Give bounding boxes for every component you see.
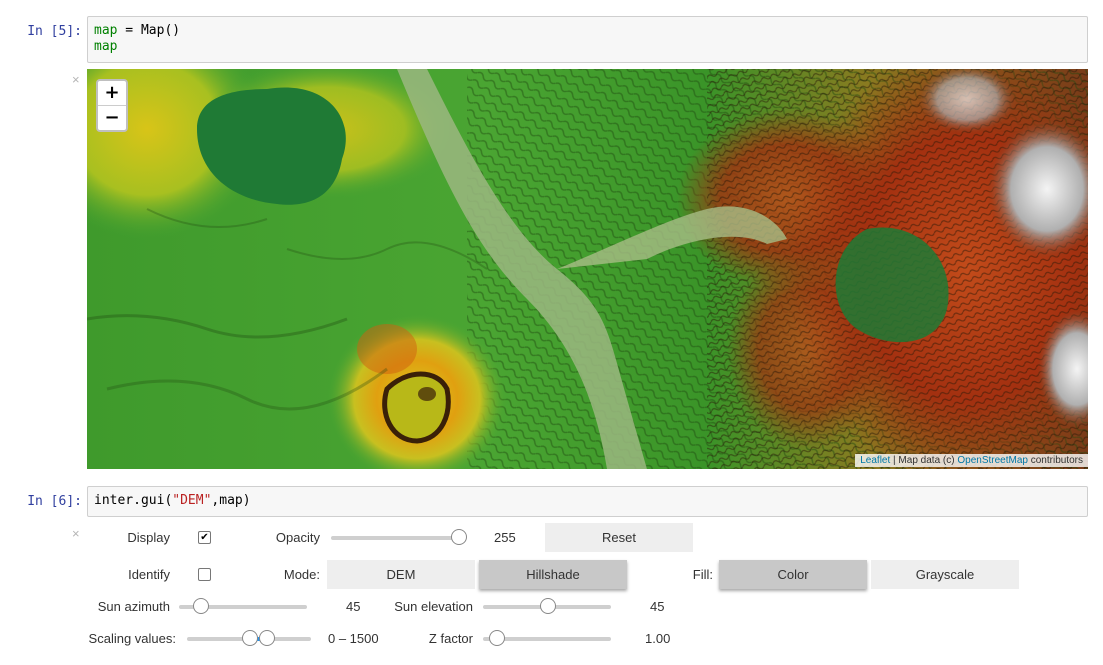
z-factor-value: 1.00 [645,631,671,646]
z-factor-slider[interactable] [483,630,611,648]
code-cell-input[interactable]: map = Map() map [87,16,1088,63]
zoom-control: + − [96,79,128,132]
code-cell-input[interactable]: inter.gui("DEM",map) [87,486,1088,517]
code-token: inter.gui( [94,493,173,508]
slider-handle[interactable] [488,630,505,646]
map-attribution: Leaflet | Map data (c) OpenStreetMap con… [855,454,1088,467]
map-view[interactable] [87,69,1088,469]
sun-elevation-label: Sun elevation [394,599,473,614]
sun-elevation-slider[interactable] [483,598,611,616]
attribution-suffix: contributors [1027,455,1083,466]
scaling-values-range-slider[interactable] [187,630,311,648]
fill-color-button[interactable]: Color [719,560,867,589]
display-label: Display [127,530,170,545]
scaling-values-value: 0 – 1500 [328,631,379,646]
identify-label: Identify [128,567,170,582]
code-token: map [94,23,118,38]
sun-elevation-value: 45 [650,599,665,614]
slider-track [331,536,465,540]
mode-hillshade-button[interactable]: Hillshade [479,560,627,589]
display-checkbox[interactable]: ✔ [198,531,211,544]
slider-low-handle[interactable] [242,630,258,646]
terrain-raster [87,69,1088,469]
openstreetmap-link[interactable]: OpenStreetMap [957,455,1028,466]
zoom-in-button[interactable]: + [98,81,126,106]
fill-label: Fill: [692,567,713,582]
mode-dem-button[interactable]: DEM [327,560,475,589]
sun-azimuth-slider[interactable] [179,598,307,616]
close-output-icon[interactable]: × [72,526,80,541]
opacity-label: Opacity [275,530,320,545]
slider-handle[interactable] [193,598,210,614]
cell-prompt: In [5]: [27,24,82,39]
code-token: = Map() [117,23,181,38]
leaflet-link[interactable]: Leaflet [860,455,890,466]
code-line: map = Map() [94,23,1081,39]
fill-grayscale-button[interactable]: Grayscale [871,560,1019,589]
close-output-icon[interactable]: × [72,72,80,87]
slider-high-handle[interactable] [258,630,275,646]
identify-checkbox[interactable] [198,568,211,581]
code-token: map [94,39,118,54]
slider-handle[interactable] [451,529,467,545]
slider-handle[interactable] [540,598,556,614]
scaling-values-label: Scaling values: [88,631,176,646]
zoom-out-button[interactable]: − [98,106,126,130]
sun-azimuth-label: Sun azimuth [97,599,170,614]
code-token: ,map) [211,493,251,508]
code-line: map [94,39,1081,55]
mode-label: Mode: [283,567,320,582]
sun-azimuth-value: 45 [346,599,361,614]
reset-button[interactable]: Reset [545,523,693,552]
attribution-text: | Map data (c) [890,455,958,466]
z-factor-label: Z factor [428,631,473,646]
opacity-value: 255 [494,530,516,545]
opacity-slider[interactable] [331,529,467,547]
code-token: "DEM" [172,493,212,508]
code-line: inter.gui("DEM",map) [94,493,1081,509]
cell-prompt: In [6]: [27,494,82,509]
